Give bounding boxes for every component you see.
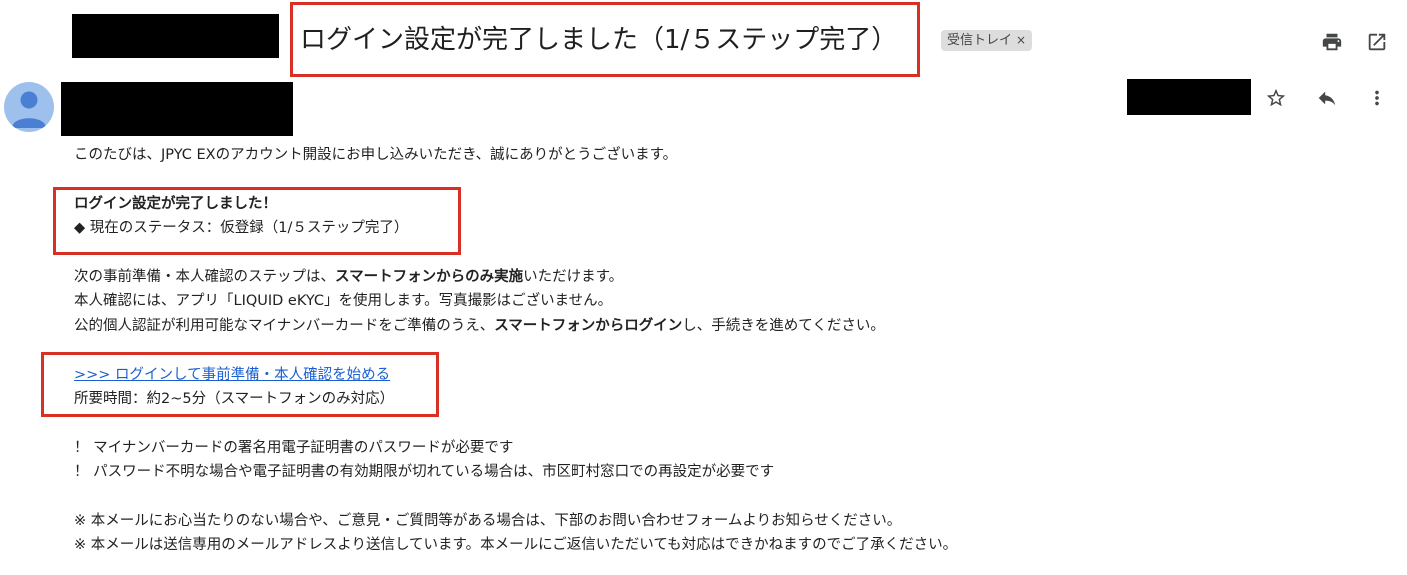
reply-icon — [1318, 91, 1336, 106]
more-vert-icon — [1375, 90, 1379, 106]
person-icon — [12, 91, 46, 128]
print-button[interactable] — [1317, 27, 1347, 57]
note-2: ！ パスワード不明な場合や電子証明書の有効期限が切れている場合は、市区町村窓口で… — [74, 464, 775, 480]
highlight-box-cta — [41, 352, 439, 417]
open-in-new-icon — [1368, 33, 1386, 51]
highlight-box-subject — [290, 2, 920, 77]
label-chip-text: 受信トレイ — [947, 33, 1013, 48]
label-remove-button[interactable]: × — [1016, 33, 1026, 47]
more-options-button[interactable] — [1362, 83, 1392, 113]
intro-text: このたびは、JPYC EXのアカウント開設にお申し込みいただき、誠にありがとうご… — [74, 147, 678, 163]
open-in-new-window-button[interactable] — [1362, 27, 1392, 57]
next-steps-line-3-c: し、手続きを進めてください。 — [682, 318, 885, 334]
next-steps-line-1-bold: スマートフォンからのみ実施 — [335, 269, 524, 285]
highlight-box-status — [53, 187, 461, 255]
next-steps-line-3-a: 公的個人認証が利用可能なマイナンバーカードをご準備のうえ、 — [74, 318, 495, 334]
next-steps-line-3: 公的個人認証が利用可能なマイナンバーカードをご準備のうえ、スマートフォンからログ… — [74, 314, 885, 339]
next-steps-line-1-c: いただけます。 — [523, 269, 624, 285]
label-chip-inbox[interactable]: 受信トレイ × — [941, 30, 1033, 51]
star-button[interactable] — [1261, 83, 1291, 113]
next-steps-line-3-bold: スマートフォンからログイン — [494, 318, 683, 334]
redacted-date — [1127, 79, 1251, 115]
next-steps-line-1-a: 次の事前準備・本人確認のステップは、 — [74, 269, 335, 285]
print-icon — [1322, 33, 1342, 51]
next-steps-line-1: 次の事前準備・本人確認のステップは、スマートフォンからのみ実施いただけます。 — [74, 265, 623, 290]
sender-avatar[interactable] — [4, 82, 54, 132]
reply-button[interactable] — [1312, 83, 1342, 113]
star-icon — [1266, 88, 1286, 107]
redacted-sender-name — [61, 82, 293, 136]
next-steps-line-2: 本人確認には、アプリ「LIQUID eKYC」を使用します。写真撮影はございませ… — [74, 293, 613, 309]
footer-line-2: ※ 本メールは送信専用のメールアドレスより送信しています。本メールにご返信いただ… — [74, 537, 958, 553]
footer-line-1: ※ 本メールにお心当たりのない場合や、ご意見・ご質問等がある場合は、下部のお問い… — [74, 513, 902, 529]
redacted-block — [72, 14, 279, 58]
note-1: ！ マイナンバーカードの署名用電子証明書のパスワードが必要です — [74, 440, 514, 456]
